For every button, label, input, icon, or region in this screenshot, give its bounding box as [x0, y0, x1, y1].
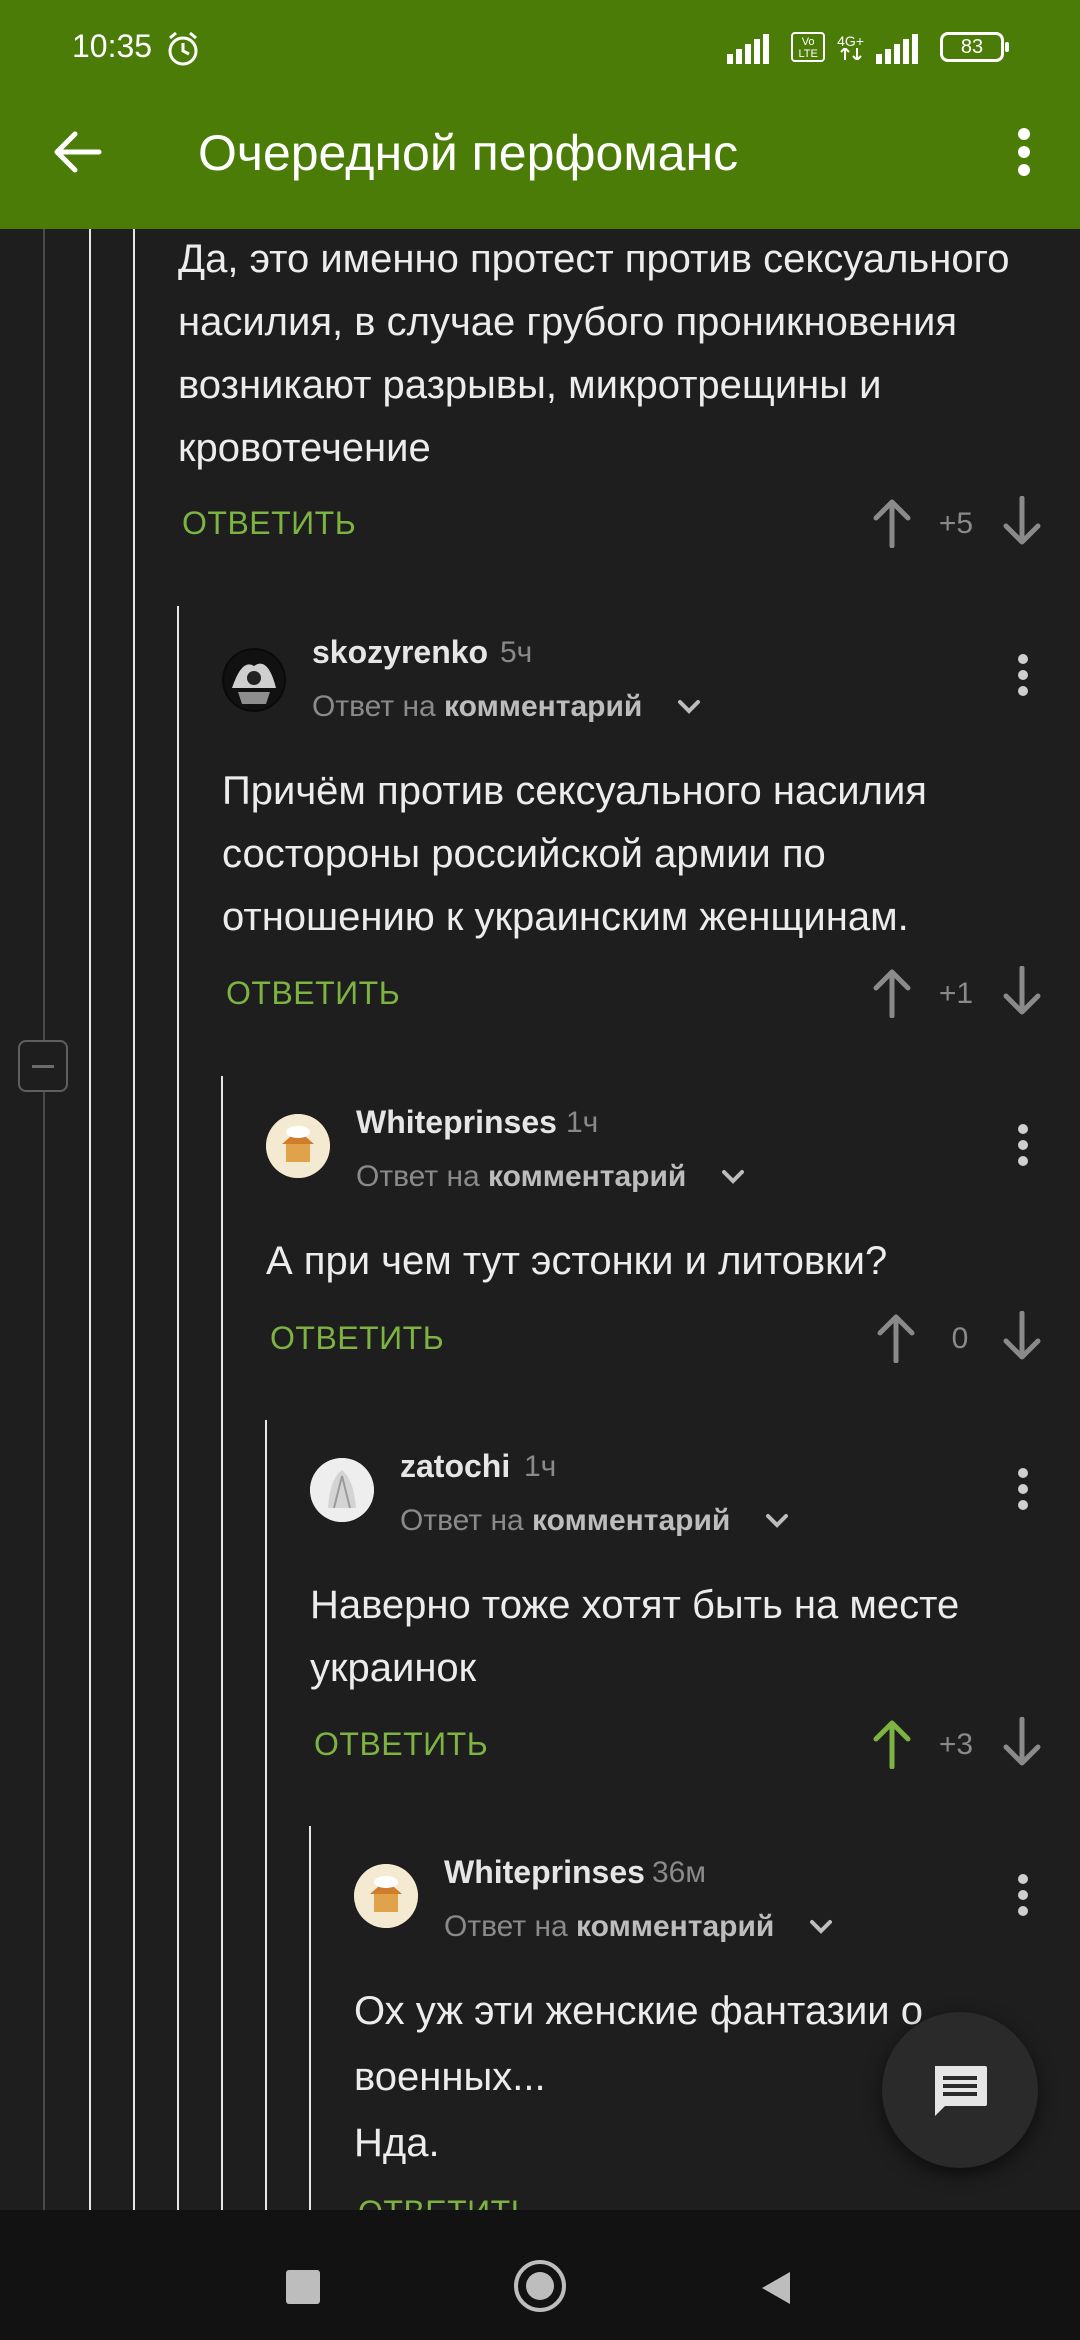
overflow-menu-button[interactable] [1004, 120, 1044, 184]
upvote-arrow-icon[interactable] [870, 966, 914, 1018]
avatar[interactable] [354, 1864, 418, 1928]
reply-target: комментарий [444, 690, 643, 723]
more-vertical-icon [1018, 1124, 1028, 1166]
signal-icon-2 [876, 30, 928, 64]
comment-time: 1ч [566, 1106, 599, 1139]
chevron-down-icon[interactable] [808, 1914, 834, 1940]
comment-score: +5 [938, 507, 974, 540]
home-button[interactable] [514, 2260, 566, 2312]
battery-icon: 83 [940, 32, 1009, 62]
comment-body: Да, это именно протест против сексуально… [178, 237, 1010, 470]
thread-line [309, 1826, 311, 2210]
reply-target: комментарий [532, 1504, 731, 1537]
comment-body: А при чем тут эстонки и литовки? [266, 1239, 888, 1283]
avatar[interactable] [222, 648, 286, 712]
thread-line [265, 1420, 267, 2210]
downvote-arrow-icon[interactable] [1000, 1717, 1044, 1769]
reply-prefix: Ответ на [400, 1504, 524, 1537]
comment-fab-button[interactable] [882, 2012, 1038, 2168]
comment-score: +3 [938, 1728, 974, 1761]
comment-username[interactable]: zatochi [400, 1448, 510, 1485]
comment-time: 1ч [524, 1450, 557, 1483]
recent-apps-button[interactable] [286, 2270, 320, 2304]
comment-more-button[interactable] [1008, 648, 1038, 702]
thread-line [43, 229, 45, 2210]
reply-button[interactable]: ОТВЕТИТЬ [314, 1726, 488, 1763]
data-arrows-icon [839, 48, 862, 60]
comment-score: +1 [938, 977, 974, 1010]
reply-target: комментарий [576, 1910, 775, 1943]
downvote-arrow-icon[interactable] [1000, 966, 1044, 1018]
thread-line [133, 229, 135, 2210]
comment-username[interactable]: Whiteprinses [356, 1104, 557, 1141]
chevron-down-icon[interactable] [764, 1508, 790, 1534]
more-vertical-icon [1018, 1468, 1028, 1510]
comment-time: 36м [652, 1856, 706, 1889]
reply-button[interactable]: ОТВЕТИТЬ [358, 2196, 532, 2210]
page-title: Очередной перфоманс [198, 125, 739, 181]
reply-to-info[interactable]: Ответ на комментарий [400, 1504, 730, 1538]
thread-line [89, 229, 91, 2210]
system-navigation-bar [0, 2210, 1080, 2340]
signal-icon [727, 30, 779, 64]
app-root: 10:35 Vo LTE 4G+ 83 Очередной перфоманс … [0, 0, 1080, 2340]
more-vertical-icon [1018, 654, 1028, 696]
comment-more-button[interactable] [1008, 1868, 1038, 1922]
avatar[interactable] [310, 1458, 374, 1522]
comment-score: 0 [951, 1322, 969, 1355]
comment-icon [935, 2066, 987, 2116]
comment-time: 5ч [500, 636, 533, 669]
thread-line [177, 606, 179, 2210]
alarm-icon [168, 31, 198, 66]
back-button[interactable] [46, 120, 110, 184]
comment-username[interactable]: Whiteprinses [444, 1854, 645, 1891]
downvote-arrow-icon[interactable] [1000, 1311, 1044, 1363]
more-vertical-icon [1018, 1874, 1028, 1916]
comment-body: Наверно тоже хотят быть на месте украино… [310, 1583, 960, 1690]
upvote-arrow-icon[interactable] [870, 1717, 914, 1769]
reply-button[interactable]: ОТВЕТИТЬ [182, 505, 356, 542]
chevron-down-icon[interactable] [720, 1164, 746, 1190]
network-type: 4G+ [837, 33, 864, 49]
status-icons: Vo LTE 4G+ 83 [727, 30, 1009, 64]
header: 10:35 Vo LTE 4G+ 83 Очередной перфоманс [0, 0, 1080, 229]
chevron-down-icon[interactable] [676, 694, 702, 720]
system-back-button[interactable] [756, 2268, 796, 2308]
upvote-arrow-icon[interactable] [874, 1311, 918, 1363]
thread-line [221, 1076, 223, 2210]
avatar[interactable] [266, 1114, 330, 1178]
comment-more-button[interactable] [1008, 1462, 1038, 1516]
comment-more-button[interactable] [1008, 1118, 1038, 1172]
reply-prefix: Ответ на [444, 1910, 568, 1943]
comment-username[interactable]: skozyrenko [312, 634, 488, 671]
volte-badge: Vo LTE [791, 32, 826, 62]
collapse-thread-button[interactable] [18, 1040, 68, 1092]
reply-prefix: Ответ на [356, 1160, 480, 1193]
downvote-arrow-icon[interactable] [1000, 496, 1044, 548]
more-vertical-icon [1018, 128, 1030, 176]
reply-to-info[interactable]: Ответ на комментарий [444, 1910, 774, 1944]
reply-button[interactable]: ОТВЕТИТЬ [226, 975, 400, 1012]
status-time: 10:35 [72, 28, 153, 64]
reply-to-info[interactable]: Ответ на комментарий [356, 1160, 686, 1194]
reply-button[interactable]: ОТВЕТИТЬ [270, 1320, 444, 1357]
comment-body-line: Нда. [354, 2121, 440, 2165]
arrow-left-icon [54, 131, 102, 173]
comment-body: Причём против сексуального насилия состо… [222, 769, 927, 939]
reply-target: комментарий [488, 1160, 687, 1193]
reply-to-info[interactable]: Ответ на комментарий [312, 690, 642, 724]
comment-body-line: военных... [354, 2055, 546, 2099]
reply-prefix: Ответ на [312, 690, 436, 723]
upvote-arrow-icon[interactable] [870, 496, 914, 548]
